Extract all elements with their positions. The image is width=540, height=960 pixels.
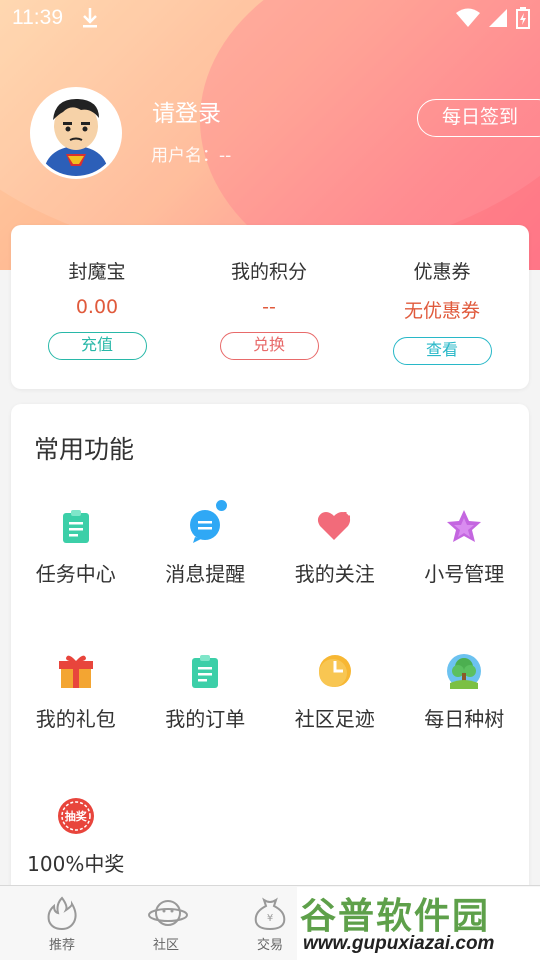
battery-icon <box>516 7 530 29</box>
tab-label: 推荐 <box>48 938 75 953</box>
clock-icon <box>315 651 355 691</box>
func-community-footprint[interactable]: 社区足迹 <box>270 629 400 732</box>
login-prompt[interactable]: 请登录 <box>152 94 221 128</box>
wallet-value: 无优惠券 <box>403 300 480 322</box>
unread-dot <box>216 500 227 511</box>
avatar[interactable] <box>30 87 122 179</box>
wallet-label: 优惠券 <box>413 261 471 283</box>
func-label: 消息提醒 <box>165 562 246 586</box>
func-label: 社区足迹 <box>294 707 375 731</box>
func-task-center[interactable]: 任务中心 <box>11 484 141 587</box>
status-time: 11:39 <box>12 6 63 29</box>
username-label: 用户名：-- <box>151 146 232 166</box>
message-icon <box>185 506 225 546</box>
lottery-icon: 抽奖 <box>56 796 96 836</box>
star-icon <box>444 506 484 546</box>
signal-icon <box>489 9 507 27</box>
view-coupons-button[interactable]: 查看 <box>392 337 492 365</box>
exchange-button[interactable]: 兑换 <box>219 332 319 360</box>
wallet-card: 封魔宝 0.00 充值 我的积分 -- 兑换 优惠券 无优惠券 查看 <box>11 225 529 389</box>
wallet-label: 封魔宝 <box>68 261 126 283</box>
wallet-balance: 封魔宝 0.00 充值 <box>11 225 183 360</box>
status-bar: 11:39 <box>0 0 540 38</box>
tab-recommend[interactable]: 推荐 <box>8 886 116 953</box>
wallet-value: -- <box>262 296 276 318</box>
download-icon <box>80 6 100 30</box>
func-lottery[interactable]: 抽奖 100%中奖 <box>11 774 141 877</box>
wallet-label: 我的积分 <box>230 261 307 283</box>
func-message-reminder[interactable]: 消息提醒 <box>141 484 271 587</box>
heart-icon <box>315 506 355 546</box>
tree-icon <box>444 651 484 691</box>
wallet-coupons: 优惠券 无优惠券 查看 <box>356 225 528 365</box>
daily-checkin-button[interactable]: 每日签到 <box>417 99 540 137</box>
func-daily-tree[interactable]: 每日种树 <box>400 629 530 732</box>
func-my-follows[interactable]: 我的关注 <box>270 484 400 587</box>
func-label: 我的订单 <box>165 707 246 731</box>
wallet-points: 我的积分 -- 兑换 <box>183 225 355 360</box>
common-functions-card: 常用功能 任务中心 消息提醒 我的关注 小号管理 我的礼包 我的订单 社区足迹 … <box>11 404 529 904</box>
watermark-url: www.gupuxiazai.com <box>303 933 495 954</box>
func-label: 我的礼包 <box>35 707 116 731</box>
watermark-title: 谷普软件园 <box>300 896 491 937</box>
flame-icon <box>44 896 80 931</box>
planet-icon <box>148 896 188 930</box>
lottery-badge-text: 抽奖 <box>64 810 87 823</box>
func-label: 任务中心 <box>35 562 116 586</box>
func-my-orders[interactable]: 我的订单 <box>141 629 271 732</box>
func-label: 100%中奖 <box>27 852 125 876</box>
func-label: 小号管理 <box>424 562 505 586</box>
task-icon <box>56 506 96 546</box>
func-label: 我的关注 <box>294 562 375 586</box>
money-bag-icon: ¥ <box>252 896 288 931</box>
func-label: 每日种树 <box>424 707 505 731</box>
wallet-value: 0.00 <box>75 296 119 318</box>
order-icon <box>185 651 225 691</box>
func-my-gifts[interactable]: 我的礼包 <box>11 629 141 732</box>
func-alt-accounts[interactable]: 小号管理 <box>400 484 530 587</box>
section-title: 常用功能 <box>34 435 135 464</box>
site-watermark: 谷普软件园 www.gupuxiazai.com <box>297 887 540 960</box>
tab-label: 社区 <box>152 938 179 953</box>
wifi-icon <box>456 8 480 27</box>
recharge-button[interactable]: 充值 <box>47 332 147 360</box>
svg-text:¥: ¥ <box>267 913 273 924</box>
gift-icon <box>56 651 96 691</box>
tab-community[interactable]: 社区 <box>112 886 220 953</box>
